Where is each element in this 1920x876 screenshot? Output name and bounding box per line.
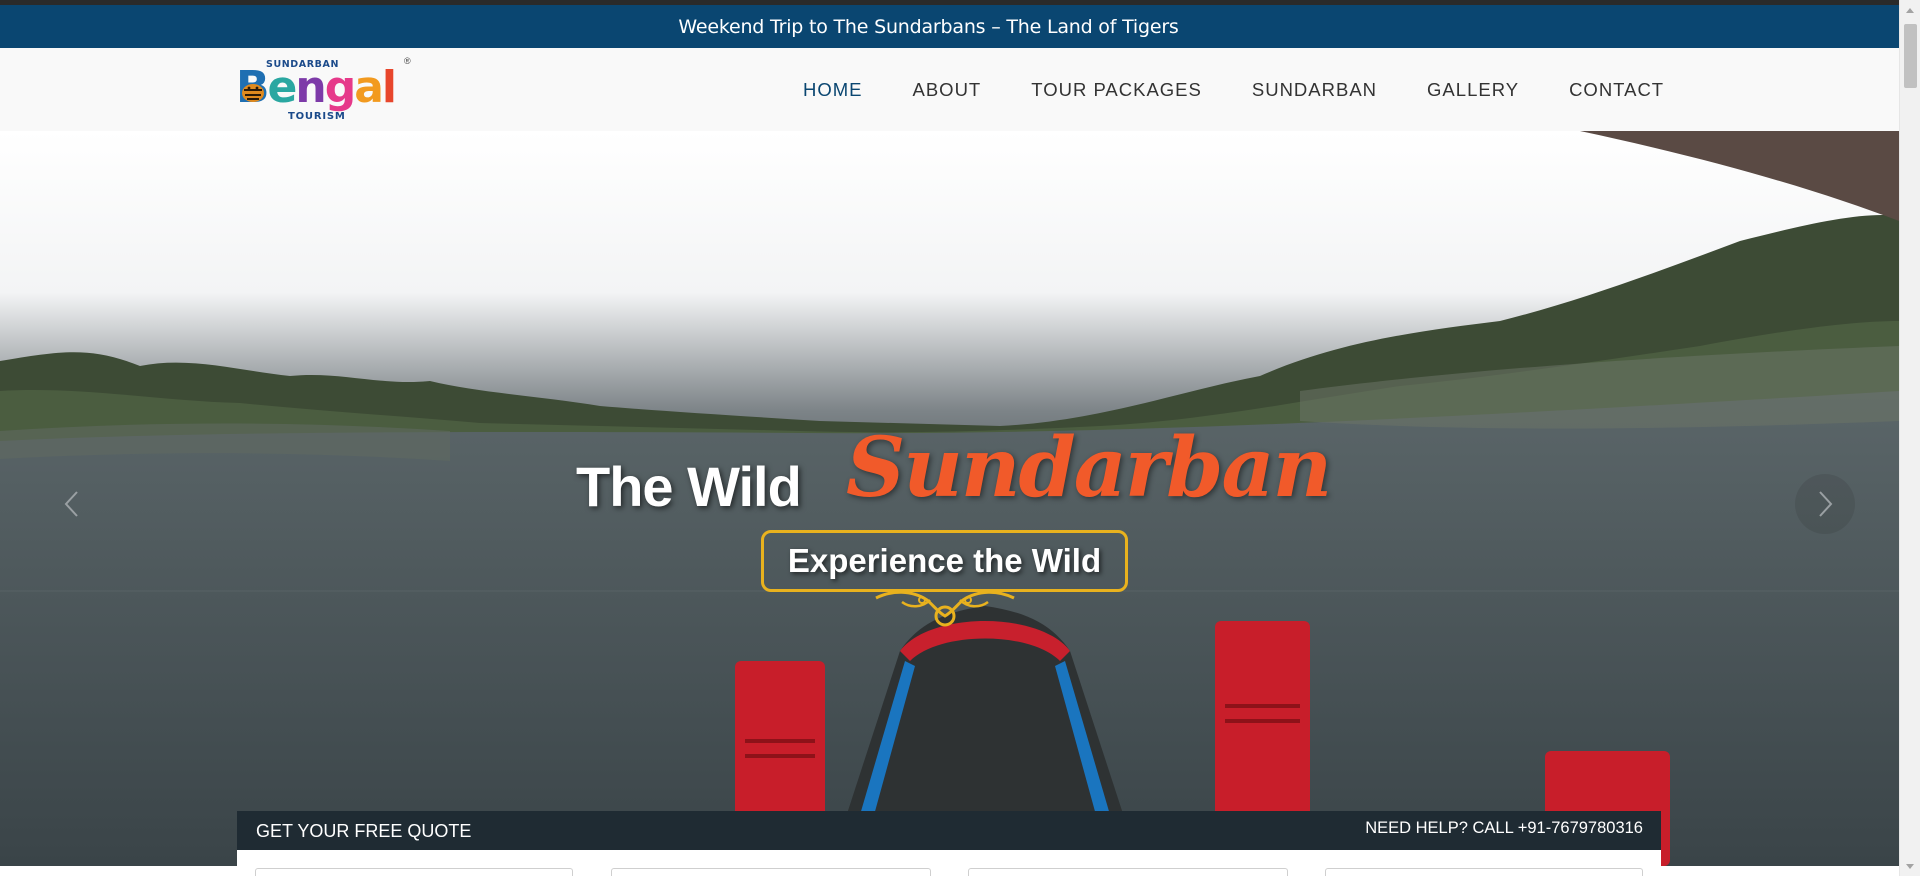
scroll-down-icon[interactable] <box>1906 864 1914 869</box>
quote-form <box>237 850 1661 876</box>
quote-bar-title: GET YOUR FREE QUOTE <box>256 821 472 841</box>
nav-item-contact[interactable]: CONTACT <box>1569 79 1664 101</box>
help-phone-link[interactable]: NEED HELP? CALL +91-7679780316 <box>1365 819 1643 838</box>
main-nav: HOME ABOUT TOUR PACKAGES SUNDARBAN GALLE… <box>803 48 1664 131</box>
hero-tagline: Experience the Wild <box>787 542 1102 579</box>
hero-tagline-box: Experience the Wild <box>761 530 1128 592</box>
site-header: SUNDARBAN Bengal ® TOURISM HOME ABOUT TO… <box>0 48 1899 131</box>
site-logo[interactable]: SUNDARBAN Bengal ® TOURISM <box>236 56 412 122</box>
quote-field-4[interactable] <box>1325 868 1643 876</box>
headline-plain-text: The Wild <box>576 455 802 518</box>
tiger-icon <box>242 84 264 102</box>
quote-field-2[interactable] <box>611 868 931 876</box>
scroll-up-icon[interactable] <box>1906 8 1914 13</box>
page-scrollbar[interactable] <box>1899 0 1920 876</box>
hero-headline: The Wild Sundarban <box>576 400 1336 518</box>
page: Weekend Trip to The Sundarbans – The Lan… <box>0 0 1920 876</box>
quote-bar: GET YOUR FREE QUOTE NEED HELP? CALL +91-… <box>237 811 1661 850</box>
nav-item-home[interactable]: HOME <box>803 79 863 101</box>
quote-field-3[interactable] <box>968 868 1288 876</box>
announcement-text: Weekend Trip to The Sundarbans – The Lan… <box>678 15 1179 38</box>
nav-item-about[interactable]: ABOUT <box>913 79 982 101</box>
ornament-flourish-icon <box>875 590 1015 627</box>
slider-prev-button[interactable] <box>42 474 102 534</box>
logo-registered-mark: ® <box>404 56 411 66</box>
chevron-left-icon <box>64 491 78 517</box>
nav-item-gallery[interactable]: GALLERY <box>1427 79 1519 101</box>
scrollbar-thumb[interactable] <box>1904 24 1917 88</box>
announcement-bar: Weekend Trip to The Sundarbans – The Lan… <box>0 5 1899 48</box>
nav-item-sundarban[interactable]: SUNDARBAN <box>1252 79 1377 101</box>
slider-next-button[interactable] <box>1795 474 1855 534</box>
quote-field-1[interactable] <box>255 868 573 876</box>
nav-item-tour-packages[interactable]: TOUR PACKAGES <box>1031 79 1202 101</box>
chevron-right-icon <box>1819 491 1833 517</box>
logo-bottom-text: TOURISM <box>288 111 346 122</box>
headline-script-text: Sundarban <box>846 420 1332 516</box>
